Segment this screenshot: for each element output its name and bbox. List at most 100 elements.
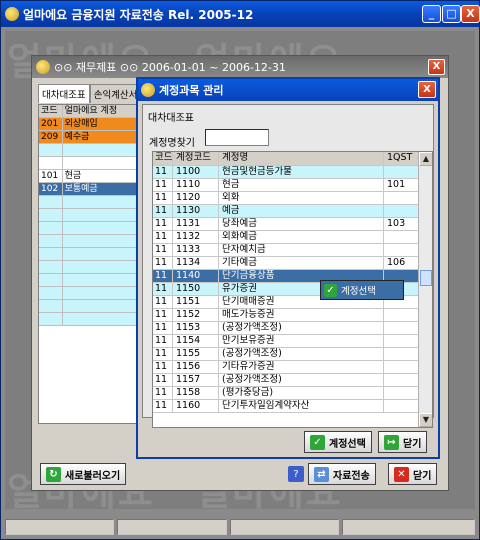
cell-code: [39, 144, 63, 156]
column-header-account: 얼마에요 계정: [63, 105, 141, 117]
cell-code: 11: [153, 309, 173, 321]
table-row[interactable]: 11 1100 현금및현금등가물: [153, 166, 432, 179]
scroll-thumb[interactable]: [420, 270, 432, 286]
table-row[interactable]: 11 1110 현금 101: [153, 179, 432, 192]
cell-account-name: 예수금: [63, 131, 141, 143]
cell-qst: [384, 335, 419, 347]
table-row[interactable]: 11 1132 외화예금: [153, 231, 432, 244]
cell-qst: [384, 361, 419, 373]
cell-code: [39, 261, 63, 273]
table-row[interactable]: 11 1155 (공정가액조정): [153, 348, 432, 361]
table-row[interactable]: [39, 313, 141, 326]
table-row[interactable]: [39, 196, 141, 209]
table-row[interactable]: [39, 261, 141, 274]
select-account-button[interactable]: ✓ 계정선택: [304, 431, 372, 453]
table-row[interactable]: [39, 248, 141, 261]
cell-code: [39, 274, 63, 286]
cell-account-code: 1157: [173, 374, 219, 386]
cell-code: 11: [153, 270, 173, 282]
cell-account-name: 현금: [63, 170, 141, 182]
table-row[interactable]: 11 1120 외화: [153, 192, 432, 205]
table-row[interactable]: [39, 209, 141, 222]
refresh-label: 새로불러오기: [65, 470, 121, 482]
financial-statement-close-button[interactable]: X: [428, 59, 445, 75]
cell-code: 11: [153, 361, 173, 373]
scroll-up-icon[interactable]: ▲: [419, 152, 432, 166]
cell-account-code: 1100: [173, 166, 219, 178]
cell-qst: [384, 387, 419, 399]
table-row[interactable]: 101 현금: [39, 170, 141, 183]
table-row[interactable]: 11 1153 (공정가액조정): [153, 322, 432, 335]
column-header-code: 코드: [155, 152, 173, 165]
table-row[interactable]: [39, 235, 141, 248]
dialog-close-button[interactable]: X: [418, 81, 436, 98]
close-window-button[interactable]: ✕ 닫기: [388, 463, 438, 485]
bottom-toolbar: ↻ 새로불러오기 ? ⇄ 자료전송 ✕ 닫기: [36, 462, 444, 486]
cell-qst: 101: [384, 179, 419, 191]
cell-account-name: 외화: [219, 192, 384, 204]
account-search-input[interactable]: [205, 129, 269, 146]
status-panel: [229, 519, 339, 535]
cell-qst: [384, 374, 419, 386]
table-row[interactable]: [39, 157, 141, 170]
cell-account-name: 보통예금: [63, 183, 141, 195]
cell-code: 11: [153, 335, 173, 347]
table-row[interactable]: [39, 274, 141, 287]
tab-balance-sheet[interactable]: 대차대조표: [38, 84, 90, 103]
app-title: 얼마에요 금융지원 자료전송 Rel. 2005-12: [23, 7, 254, 22]
cell-account-name: 단기투자일임계약자산: [219, 400, 384, 412]
table-row[interactable]: 11 1152 매도가능증권: [153, 309, 432, 322]
cell-code: [39, 248, 63, 260]
table-row[interactable]: [39, 300, 141, 313]
cell-code: [39, 300, 63, 312]
cell-account-name: 외상매입: [63, 118, 141, 130]
cell-account-name: [63, 261, 141, 273]
cell-qst: [384, 192, 419, 204]
vertical-scrollbar[interactable]: ▲ ▼: [418, 152, 432, 427]
tab-income-statement[interactable]: 손익계산서: [89, 84, 142, 103]
cell-account-name: [63, 209, 141, 221]
cell-qst: [384, 309, 419, 321]
table-row[interactable]: 11 1160 단기투자일임계약자산: [153, 400, 432, 413]
cell-account-name: 단자예치금: [219, 244, 384, 256]
table-row[interactable]: 11 1131 당좌예금 103: [153, 218, 432, 231]
refresh-icon: ↻: [46, 466, 61, 482]
cell-account-code: 1140: [173, 270, 219, 282]
table-row[interactable]: 11 1158 (평가충당금): [153, 387, 432, 400]
minimize-button[interactable]: _: [422, 5, 441, 23]
table-row[interactable]: [39, 287, 141, 300]
table-row[interactable]: [39, 144, 141, 157]
cell-account-code: 1156: [173, 361, 219, 373]
table-row[interactable]: 11 1154 만기보유증권: [153, 335, 432, 348]
dialog-close-text-button[interactable]: ↦ 닫기: [378, 431, 428, 453]
table-row[interactable]: 201 외상매입: [39, 118, 141, 131]
cell-code: 11: [153, 283, 173, 295]
close-button[interactable]: X: [461, 5, 480, 23]
context-menu-select-account[interactable]: ✓ 계정선택: [320, 280, 404, 300]
table-row[interactable]: 11 1133 단자예치금: [153, 244, 432, 257]
table-header: 코드 계정코드 계정명 1QST: [153, 152, 432, 166]
scroll-down-icon[interactable]: ▼: [419, 413, 432, 427]
table-row[interactable]: 209 예수금: [39, 131, 141, 144]
status-bar: [5, 519, 476, 537]
cell-account-name: [63, 157, 141, 169]
cell-account-name: (공정가액조정): [219, 322, 384, 334]
cell-code: 11: [153, 218, 173, 230]
cell-account-name: 외화예금: [219, 231, 384, 243]
table-row[interactable]: 11 1130 예금: [153, 205, 432, 218]
maximize-button[interactable]: □: [442, 5, 461, 23]
table-row[interactable]: 11 1156 기타유가증권: [153, 361, 432, 374]
refresh-button[interactable]: ↻ 새로불러오기: [40, 463, 127, 485]
table-row[interactable]: [39, 222, 141, 235]
table-row[interactable]: 11 1134 기타예금 106: [153, 257, 432, 270]
column-header-code: 코드: [39, 105, 63, 117]
section-label: 대차대조표: [148, 113, 194, 124]
cell-account-name: 매도가능증권: [219, 309, 384, 321]
help-icon[interactable]: ?: [288, 466, 304, 482]
data-transfer-button[interactable]: ⇄ 자료전송: [308, 463, 376, 485]
cell-account-code: 1152: [173, 309, 219, 321]
table-row[interactable]: 11 1157 (공정가액조정): [153, 374, 432, 387]
cell-qst: 106: [384, 257, 419, 269]
table-row[interactable]: 102 보통예금: [39, 183, 141, 196]
cell-code: 11: [153, 348, 173, 360]
